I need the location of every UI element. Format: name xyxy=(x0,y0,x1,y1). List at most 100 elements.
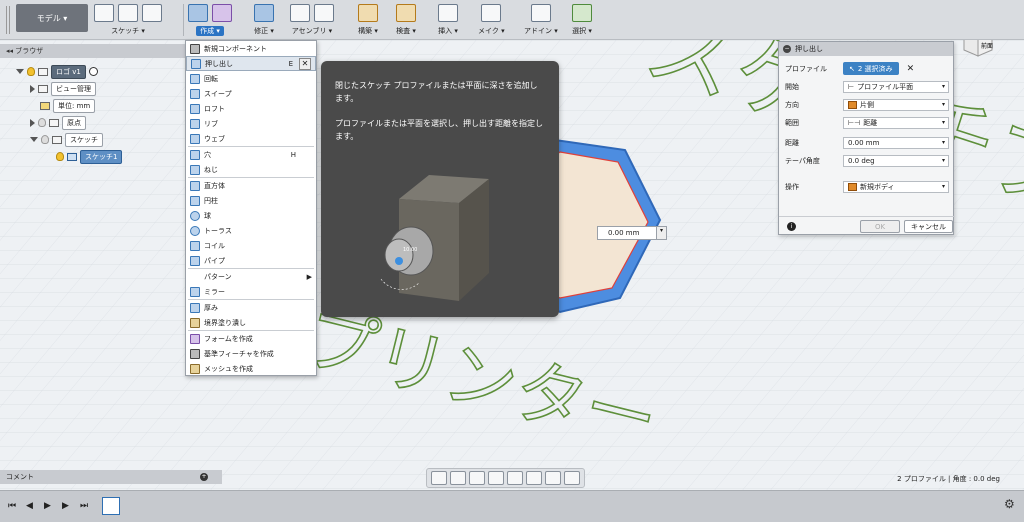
menu-item-create-mesh[interactable]: メッシュを作成 xyxy=(186,361,316,376)
create-sketch-icon[interactable] xyxy=(94,4,114,22)
comments-panel-header[interactable]: コメント + xyxy=(0,470,222,484)
menu-item-base-feature[interactable]: 基準フィーチャを作成 xyxy=(186,346,316,361)
timeline-prev-icon[interactable]: ◀ xyxy=(26,501,36,513)
info-icon[interactable]: i xyxy=(787,222,796,231)
extrude-icon[interactable] xyxy=(188,4,208,22)
menu-item-pipe[interactable]: パイプ xyxy=(186,253,316,268)
taper-angle-input[interactable]: 0.0 deg ▾ xyxy=(843,154,949,167)
fit-zoom-icon[interactable] xyxy=(507,471,523,485)
menu-item-torus[interactable]: トーラス xyxy=(186,223,316,238)
menu-item-web[interactable]: ウェブ xyxy=(186,131,316,146)
viewports-icon[interactable] xyxy=(564,471,580,485)
toolbar-group-addins[interactable]: アドイン ▾ xyxy=(524,2,558,38)
toolbar-group-select-label: 選択 ▾ xyxy=(572,27,592,35)
distance-manipulator-input[interactable]: 0.00 mm ▾ xyxy=(597,226,667,240)
menu-item-thread[interactable]: ねじ xyxy=(186,162,316,177)
toolbar-group-sketch-label: スケッチ ▾ xyxy=(111,27,145,35)
direction-select[interactable]: 片側 ▾ xyxy=(843,98,949,111)
toolbar-group-insert[interactable]: 挿入 ▾ xyxy=(438,2,458,38)
menu-item-extrude[interactable]: 押し出し E ✕ xyxy=(186,56,316,71)
close-icon[interactable]: ✕ xyxy=(299,58,311,70)
display-settings-icon[interactable] xyxy=(526,471,542,485)
toolbar-group-sketch[interactable]: スケッチ ▾ xyxy=(94,2,162,38)
toolbar-group-inspect[interactable]: 検査 ▾ xyxy=(396,2,416,38)
gear-icon[interactable]: ⚙ xyxy=(1004,497,1018,511)
visibility-bulb-icon[interactable] xyxy=(41,135,49,144)
tree-root-item[interactable]: ロゴ v1 xyxy=(16,64,98,79)
select-arrow-icon[interactable] xyxy=(572,4,592,22)
tree-item-origin[interactable]: 原点 xyxy=(30,115,86,130)
add-comment-icon[interactable]: + xyxy=(200,473,208,481)
menu-item-sweep[interactable]: スイープ xyxy=(186,86,316,101)
toolbar-group-assemble[interactable]: アセンブリ ▾ xyxy=(290,2,334,38)
clear-selection-icon[interactable]: ✕ xyxy=(907,64,915,74)
menu-item-thicken[interactable]: 厚み xyxy=(186,300,316,315)
timeline-last-icon[interactable]: ⏭ xyxy=(80,501,90,513)
chevron-down-icon[interactable]: ▾ xyxy=(656,227,666,239)
tree-item-sketches[interactable]: スケッチ xyxy=(30,132,103,147)
toolbar-grip[interactable] xyxy=(6,6,10,34)
press-pull-icon[interactable] xyxy=(254,4,274,22)
toolbar-group-create[interactable]: 作成 ▾ xyxy=(188,2,232,38)
tree-item-units[interactable]: 単位: mm xyxy=(40,98,96,113)
measure-icon[interactable] xyxy=(396,4,416,22)
expand-triangle-icon[interactable] xyxy=(16,69,24,74)
menu-item-boundary-fill[interactable]: 境界塗り潰し xyxy=(186,315,316,330)
rectangle-tool-icon[interactable] xyxy=(142,4,162,22)
menu-item-mirror[interactable]: ミラー xyxy=(186,284,316,299)
look-at-icon[interactable] xyxy=(450,471,466,485)
new-component-icon[interactable] xyxy=(290,4,310,22)
zoom-icon[interactable] xyxy=(488,471,504,485)
menu-item-new-component[interactable]: 新規コンポーネント xyxy=(186,41,316,56)
menu-item-box[interactable]: 直方体 xyxy=(186,178,316,193)
scripts-icon[interactable] xyxy=(530,4,551,22)
menu-item-rib[interactable]: リブ xyxy=(186,116,316,131)
timeline-sketch-feature[interactable] xyxy=(102,497,120,515)
menu-item-loft[interactable]: ロフト xyxy=(186,101,316,116)
start-select[interactable]: ⊢ プロファイル平面 ▾ xyxy=(843,80,949,93)
distance-input[interactable]: 0.00 mm ▾ xyxy=(843,136,949,149)
visibility-bulb-icon[interactable] xyxy=(38,118,46,127)
visibility-bulb-icon[interactable] xyxy=(27,67,35,76)
menu-item-cylinder[interactable]: 円柱 xyxy=(186,193,316,208)
3d-print-icon[interactable] xyxy=(481,4,502,22)
expand-triangle-icon[interactable] xyxy=(30,137,38,142)
joint-icon[interactable] xyxy=(314,4,334,22)
activate-radio-icon[interactable] xyxy=(88,67,98,76)
offset-plane-icon[interactable] xyxy=(358,4,378,22)
tree-item-sketch1[interactable]: スケッチ1 xyxy=(56,149,123,164)
toolbar-group-make[interactable]: メイク ▾ xyxy=(478,2,505,38)
form-icon[interactable] xyxy=(212,4,232,22)
tree-item-named-views[interactable]: ビュー管理 xyxy=(30,81,96,96)
menu-item-sphere[interactable]: 球 xyxy=(186,208,316,223)
timeline-play-icon[interactable]: ▶ xyxy=(44,501,54,513)
workspace-mode-button[interactable]: モデル ▾ xyxy=(16,4,88,32)
toolbar-group-modify[interactable]: 修正 ▾ xyxy=(254,2,274,38)
insert-image-icon[interactable] xyxy=(438,4,458,22)
collapse-dialog-icon[interactable]: − xyxy=(783,45,791,53)
pan-hand-icon[interactable] xyxy=(469,471,485,485)
toolbar-group-construct[interactable]: 構築 ▾ xyxy=(358,2,378,38)
menu-item-hole[interactable]: 穴H xyxy=(186,147,316,162)
collapse-icon[interactable]: ◂◂ xyxy=(6,47,13,55)
orbit-icon[interactable] xyxy=(431,471,447,485)
extent-select[interactable]: ⊢⊣ 距離 ▾ xyxy=(843,116,949,129)
expand-triangle-icon[interactable] xyxy=(30,118,35,127)
cancel-button[interactable]: キャンセル xyxy=(904,220,953,233)
profile-selection-button[interactable]: ↖ 2 選択済み xyxy=(843,62,899,75)
expand-triangle-icon[interactable] xyxy=(30,84,35,93)
grid-settings-icon[interactable] xyxy=(545,471,561,485)
ok-button[interactable]: OK xyxy=(860,220,900,233)
line-tool-icon[interactable] xyxy=(118,4,138,22)
menu-item-coil[interactable]: コイル xyxy=(186,238,316,253)
operation-select[interactable]: 新規ボディ ▾ xyxy=(843,180,949,193)
timeline-first-icon[interactable]: ⏮ xyxy=(8,501,18,513)
timeline-next-icon[interactable]: ▶ xyxy=(62,501,72,513)
menu-item-create-form[interactable]: フォームを作成 xyxy=(186,331,316,346)
dialog-header[interactable]: − 押し出し xyxy=(779,42,953,56)
menu-item-pattern[interactable]: パターン ▶ xyxy=(186,269,316,284)
component-icon xyxy=(38,67,48,76)
visibility-bulb-icon[interactable] xyxy=(56,152,64,161)
toolbar-group-select[interactable]: 選択 ▾ xyxy=(572,2,592,38)
menu-item-revolve[interactable]: 回転 xyxy=(186,71,316,86)
